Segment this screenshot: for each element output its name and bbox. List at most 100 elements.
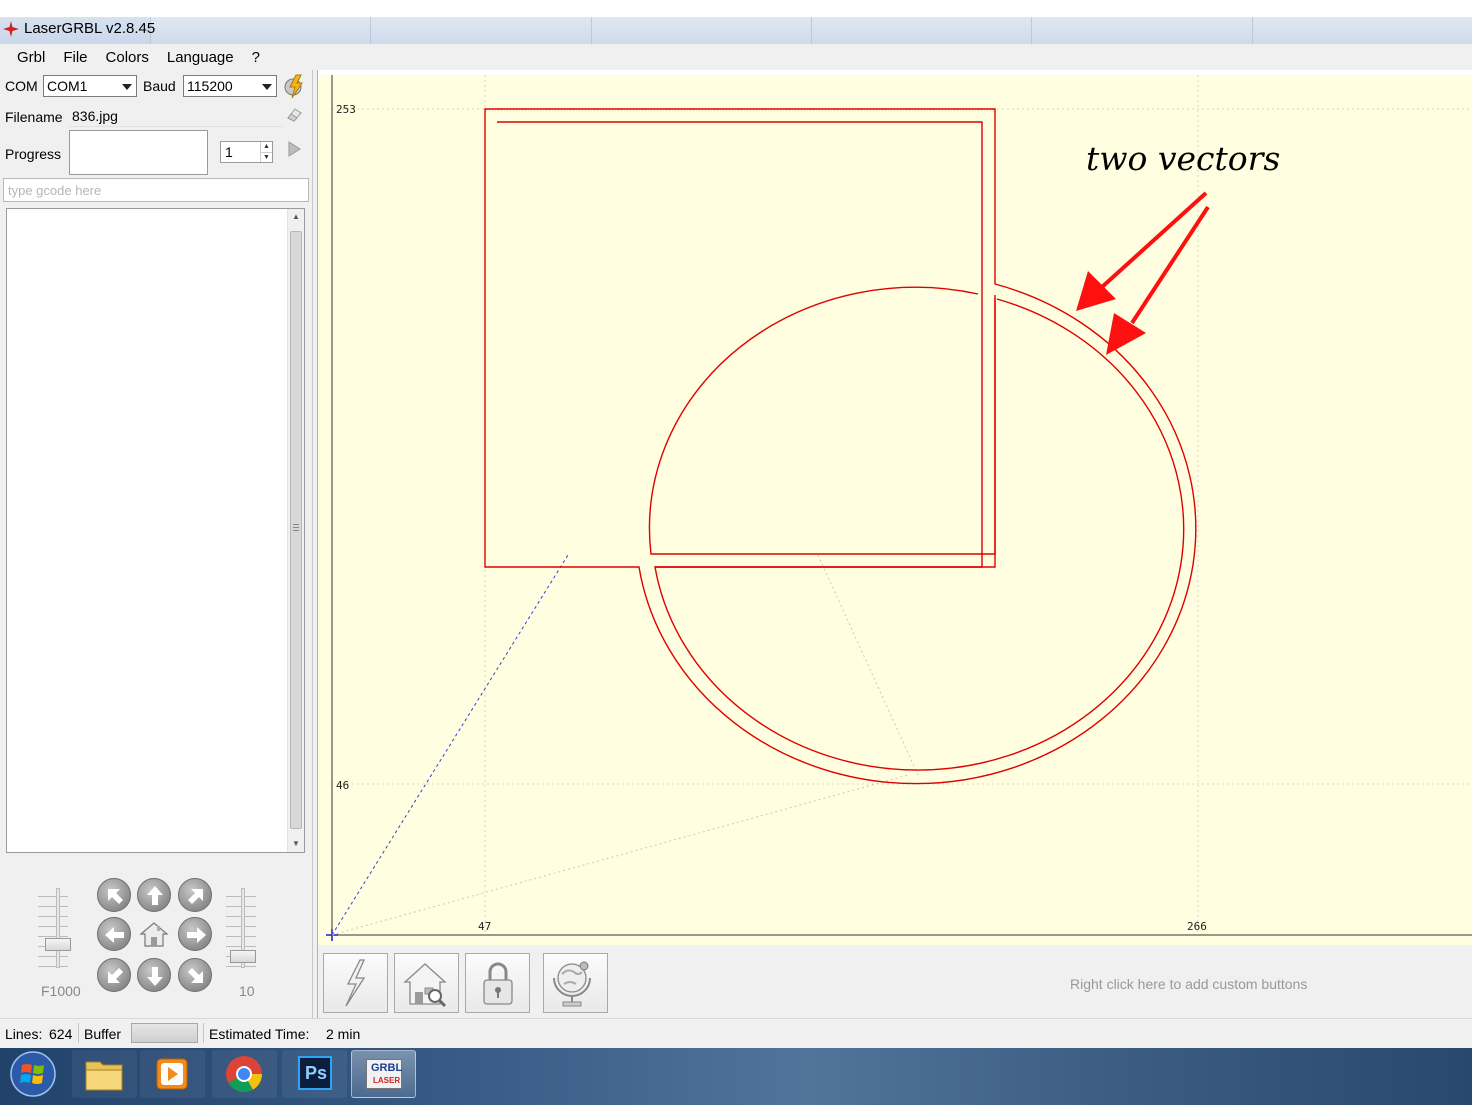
filename-field: 836.jpg (69, 105, 283, 127)
status-bar: Lines: 624 Buffer Estimated Time: 2 min (0, 1018, 1472, 1048)
buffer-label: Buffer (84, 1026, 122, 1042)
laser-app-icon (3, 21, 19, 37)
step-slider-thumb[interactable] (230, 950, 256, 963)
com-select[interactable]: COM1 (43, 75, 137, 97)
canvas-background (318, 75, 1472, 945)
menu-language[interactable]: Language (158, 49, 243, 66)
background-tab (1251, 17, 1472, 44)
eraser-icon[interactable] (285, 106, 303, 122)
laser-fire-icon (345, 959, 366, 1007)
chrome-icon (226, 1056, 262, 1093)
com-label: COM (5, 78, 38, 94)
arrow-up-right-icon (188, 889, 203, 904)
lasergrbl-icon-text: GRBL (371, 1062, 403, 1074)
speed-label: F1000 (41, 983, 81, 999)
jog-up-right-button[interactable] (178, 878, 212, 912)
background-tab (370, 17, 591, 44)
filename-value: 836.jpg (72, 108, 118, 124)
run-program-icon[interactable] (286, 141, 302, 157)
chevron-down-icon (122, 84, 132, 90)
estimated-time-value: 2 min (326, 1026, 361, 1042)
jog-right-button[interactable] (178, 917, 212, 951)
y-axis-mid-label: 46 (336, 779, 350, 792)
scroll-up-icon[interactable]: ▲ (288, 209, 304, 225)
jog-down-right-button[interactable] (178, 958, 212, 992)
taskbar-media-player[interactable] (140, 1050, 205, 1098)
menu-colors[interactable]: Colors (97, 49, 158, 66)
taskbar-lasergrbl[interactable]: GRBL LASER (351, 1050, 416, 1098)
jog-up-button[interactable] (137, 878, 171, 912)
lasergrbl-icon: GRBL LASER (366, 1059, 402, 1089)
lasergrbl-icon-subtext: LASER (373, 1076, 401, 1085)
lines-value: 624 (49, 1026, 73, 1042)
menu-grbl[interactable]: Grbl (8, 49, 54, 66)
spin-up-icon[interactable]: ▲ (260, 142, 272, 152)
start-orb-icon[interactable] (9, 1050, 57, 1098)
com-value: COM1 (47, 78, 88, 94)
annotation-text: two vectors (1086, 139, 1281, 178)
estimated-time-label: Estimated Time: (209, 1026, 310, 1042)
jog-left-button[interactable] (97, 917, 131, 951)
unlock-icon (483, 962, 513, 1005)
scroll-down-icon[interactable]: ▼ (288, 836, 304, 852)
media-player-icon (156, 1058, 188, 1090)
background-tab (590, 17, 811, 44)
menu-file[interactable]: File (54, 49, 96, 66)
speed-slider[interactable] (56, 888, 60, 968)
scroll-thumb[interactable] (290, 231, 302, 829)
background-tab (150, 17, 371, 44)
taskbar-chrome[interactable] (212, 1050, 277, 1098)
taskbar-photoshop[interactable]: Ps (282, 1050, 347, 1098)
background-tab (1031, 17, 1252, 44)
arrow-down-right-icon (188, 968, 203, 983)
taskbar-explorer[interactable] (72, 1050, 137, 1098)
step-label: 10 (239, 983, 255, 999)
jog-down-left-button[interactable] (97, 958, 131, 992)
arrow-up-left-icon (108, 889, 123, 904)
globe-button[interactable] (543, 953, 608, 1013)
custom-button-strip[interactable]: Right click here to add custom buttons (317, 945, 1472, 1018)
command-log[interactable]: ▲ ▼ (6, 208, 305, 853)
home-icon[interactable] (137, 917, 171, 951)
baud-label: Baud (143, 78, 176, 94)
arrow-left-icon (105, 927, 124, 943)
left-panel: COM COM1 Baud 115200 Filename 836.jpg Pr… (0, 70, 313, 1018)
homing-button[interactable] (394, 953, 459, 1013)
globe-icon (553, 961, 591, 1007)
arrow-right-icon (187, 927, 206, 943)
passes-spinner[interactable]: 1 ▲ ▼ (220, 141, 273, 163)
baud-select[interactable]: 115200 (183, 75, 277, 97)
jog-down-button[interactable] (137, 958, 171, 992)
background-tab (810, 17, 1032, 44)
baud-value: 115200 (187, 78, 233, 94)
gcode-input[interactable] (3, 178, 309, 202)
status-separator (78, 1023, 79, 1043)
explorer-icon (85, 1061, 123, 1091)
y-axis-top-label: 253 (336, 103, 356, 116)
progress-bar (69, 130, 208, 175)
preview-canvas[interactable] (318, 75, 1472, 945)
connect-icon[interactable] (282, 73, 308, 99)
background-window-tabs (150, 17, 1472, 44)
arrow-down-icon (147, 967, 163, 986)
menu-help[interactable]: ? (243, 49, 269, 66)
x-axis-left-label: 47 (478, 920, 492, 933)
filename-label: Filename (5, 109, 63, 125)
window-title: LaserGRBL v2.8.45 (24, 20, 156, 37)
chevron-down-icon (262, 84, 272, 90)
passes-value: 1 (225, 144, 233, 160)
speed-ticks (38, 896, 68, 976)
speed-slider-thumb[interactable] (45, 938, 71, 951)
log-scrollbar[interactable]: ▲ ▼ (287, 209, 304, 852)
arrow-up-icon (147, 886, 163, 905)
arrow-down-left-icon (108, 968, 123, 983)
spin-down-icon[interactable]: ▼ (260, 152, 272, 162)
laser-fire-button[interactable] (323, 953, 388, 1013)
title-bar: LaserGRBL v2.8.45 (0, 0, 1472, 44)
custom-buttons-hint: Right click here to add custom buttons (1070, 976, 1308, 992)
x-axis-right-label: 266 (1187, 920, 1207, 933)
status-separator (203, 1023, 204, 1043)
progress-label: Progress (5, 146, 62, 162)
unlock-button[interactable] (465, 953, 530, 1013)
jog-up-left-button[interactable] (97, 878, 131, 912)
